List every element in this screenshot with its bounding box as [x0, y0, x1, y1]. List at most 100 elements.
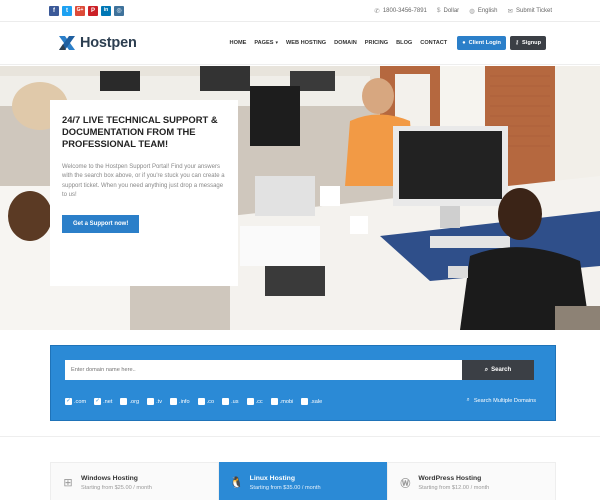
client-login-button[interactable]: ● Client Login: [457, 36, 506, 50]
search-button[interactable]: ⌕ Search: [462, 360, 534, 380]
tld-label: .us: [231, 398, 239, 405]
checkbox[interactable]: [246, 398, 254, 405]
tld-info[interactable]: .info: [170, 398, 190, 405]
checkbox[interactable]: [147, 398, 155, 405]
logo-text: Hostpen: [80, 35, 137, 51]
domain-search-box: ⌕ Search ✓.com ✓.net .org .tv .info .co …: [50, 345, 561, 426]
envelope-icon: ✉: [507, 7, 513, 15]
tld-label: .sale: [310, 398, 323, 405]
signup-label: Signup: [522, 40, 541, 46]
google-plus-icon[interactable]: G+: [75, 5, 85, 16]
key-icon: ⚷: [514, 40, 520, 46]
search-multiple-domains-link[interactable]: ⌕ Search Multiple Domains: [467, 397, 536, 404]
tab-price: Starting from $35.00 / month: [249, 485, 321, 491]
pinterest-icon[interactable]: P: [88, 5, 98, 16]
search-multiple-label: Search Multiple Domains: [473, 397, 536, 404]
hero-text: Welcome to the Hostpen Support Portal! F…: [62, 163, 225, 199]
phone-number: 1800-3456-7891: [382, 7, 427, 14]
tld-mobi[interactable]: .mobi: [270, 398, 294, 405]
currency-label: Dollar: [443, 7, 460, 14]
language-label: English: [477, 7, 498, 14]
tld-org[interactable]: .org: [120, 398, 139, 405]
checkbox[interactable]: [222, 398, 230, 405]
main-header: Hostpen HOME PAGES ▾ WEB HOSTING DOMAIN …: [0, 22, 600, 65]
chevron-down-icon: ▾: [275, 40, 279, 46]
tld-label: .org: [129, 398, 140, 405]
nav-pages-label: PAGES: [254, 40, 274, 46]
nav-web-hosting[interactable]: WEB HOSTING: [286, 40, 326, 46]
language-selector[interactable]: ◍ English: [469, 7, 497, 15]
get-support-button[interactable]: Get a Support now!: [62, 215, 140, 234]
section-divider: [0, 436, 600, 437]
checkbox[interactable]: [301, 398, 309, 405]
tld-label: .net: [103, 398, 113, 405]
tab-text: Windows Hosting Starting from $25.00 / m…: [81, 475, 152, 491]
wordpress-icon: Ⓦ: [400, 478, 411, 490]
nav-blog[interactable]: BLOG: [396, 40, 412, 46]
tld-label: .co: [206, 398, 215, 405]
tab-title: Linux Hosting: [249, 475, 295, 482]
tld-co[interactable]: .co: [197, 398, 215, 405]
search-button-label: Search: [491, 367, 512, 373]
client-login-label: Client Login: [468, 40, 501, 46]
tld-sale[interactable]: .sale: [301, 398, 322, 405]
currency-selector[interactable]: $ Dollar: [437, 7, 459, 14]
checkbox[interactable]: [270, 398, 278, 405]
submit-ticket-link[interactable]: ✉ Submit Ticket: [508, 7, 552, 15]
phone-icon: ✆: [374, 7, 380, 15]
tld-label: .cc: [255, 398, 263, 405]
domain-search-row: ⌕ Search: [65, 360, 534, 380]
tab-title: WordPress Hosting: [418, 475, 482, 482]
tab-wordpress-hosting[interactable]: Ⓦ WordPress Hosting Starting from $12.00…: [387, 462, 557, 500]
nav-domain[interactable]: DOMAIN: [334, 40, 357, 46]
facebook-icon[interactable]: f: [49, 5, 59, 16]
checkbox[interactable]: [120, 398, 128, 405]
tld-label: .mobi: [279, 398, 294, 405]
hero-card: 24/7 LIVE TECHNICAL SUPPORT & DOCUMENTAT…: [50, 100, 238, 286]
phone-item: ✆ 1800-3456-7891: [374, 7, 427, 15]
nav-pages[interactable]: PAGES ▾: [254, 40, 278, 46]
twitter-icon[interactable]: t: [62, 5, 72, 16]
nav-home[interactable]: HOME: [230, 40, 247, 46]
windows-icon: ⊞: [63, 476, 73, 489]
top-links: ✆ 1800-3456-7891 $ Dollar ◍ English ✉ Su…: [374, 7, 552, 15]
tld-net[interactable]: ✓ .net: [94, 398, 112, 405]
submit-ticket-label: Submit Ticket: [515, 7, 552, 14]
checkbox-checked[interactable]: ✓: [65, 398, 72, 405]
tab-text: WordPress Hosting Starting from $12.00 /…: [418, 475, 489, 491]
search-icon: ⌕: [466, 397, 470, 403]
linkedin-icon[interactable]: in: [101, 5, 111, 16]
domain-search-input[interactable]: [65, 360, 462, 380]
tld-tv[interactable]: .tv: [147, 398, 162, 405]
social-links: f t G+ P in ◎: [49, 5, 124, 16]
tld-com[interactable]: ✓ .com: [65, 398, 86, 405]
logo-icon: [59, 36, 75, 50]
nav-contact[interactable]: CONTACT: [420, 40, 447, 46]
nav-pricing[interactable]: PRICING: [365, 40, 388, 46]
tld-label: .info: [179, 398, 190, 405]
main-nav: HOME PAGES ▾ WEB HOSTING DOMAIN PRICING …: [230, 36, 546, 50]
tab-title: Windows Hosting: [81, 475, 138, 482]
tab-windows-hosting[interactable]: ⊞ Windows Hosting Starting from $25.00 /…: [50, 462, 219, 500]
top-bar: f t G+ P in ◎ ✆ 1800-3456-7891 $ Dollar …: [0, 0, 600, 22]
logo[interactable]: Hostpen: [57, 33, 137, 53]
tld-cc[interactable]: .cc: [246, 398, 263, 405]
tab-linux-hosting[interactable]: 🐧 Linux Hosting Starting from $35.00 / m…: [218, 462, 388, 500]
linux-icon: 🐧: [229, 476, 244, 489]
tab-price: Starting from $12.00 / month: [418, 485, 490, 491]
instagram-icon[interactable]: ◎: [114, 5, 124, 16]
tld-checkbox-row: ✓ .com ✓ .net .org .tv .info .co .us .cc .…: [65, 398, 330, 405]
dollar-icon: $: [436, 7, 441, 14]
tab-text: Linux Hosting Starting from $35.00 / mon…: [250, 475, 321, 491]
tab-price: Starting from $25.00 / month: [81, 485, 152, 491]
tld-label: .tv: [156, 398, 163, 405]
tld-label: .com: [74, 398, 87, 405]
hosting-tabs: ⊞ Windows Hosting Starting from $25.00 /…: [50, 462, 557, 500]
checkbox-checked[interactable]: ✓: [94, 398, 102, 405]
tld-us[interactable]: .us: [222, 398, 239, 405]
hero-title: 24/7 LIVE TECHNICAL SUPPORT & DOCUMENTAT…: [62, 114, 218, 150]
checkbox[interactable]: [197, 398, 205, 405]
hero-section: 24/7 LIVE TECHNICAL SUPPORT & DOCUMENTAT…: [0, 66, 600, 330]
checkbox[interactable]: [170, 398, 178, 405]
signup-button[interactable]: ⚷ Signup: [509, 36, 546, 50]
